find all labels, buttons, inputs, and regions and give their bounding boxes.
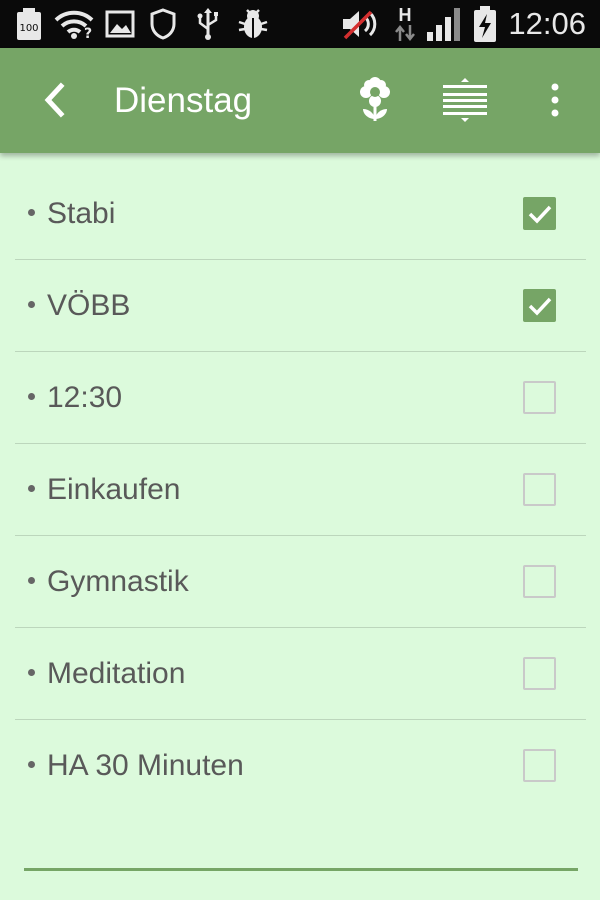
expand-collapse-button[interactable] xyxy=(437,72,493,128)
task-label: Einkaufen xyxy=(47,473,181,506)
battery-charging-icon xyxy=(470,0,500,48)
task-checkbox[interactable] xyxy=(523,197,556,230)
app-bar: Dienstag xyxy=(0,48,600,153)
bullet-icon xyxy=(28,668,35,676)
task-label: VÖBB xyxy=(47,289,131,322)
list-item[interactable]: VÖBB xyxy=(15,260,586,352)
network-h-icon: H xyxy=(390,0,420,48)
bullet-icon xyxy=(28,484,35,492)
task-label: HA 30 Minuten xyxy=(47,749,244,782)
bottom-divider xyxy=(24,868,578,871)
task-checkbox[interactable] xyxy=(523,565,556,598)
screen: 100 ? H 12:06 Dienstag Stabi VÖBB 12:30 … xyxy=(0,0,600,900)
usb-icon xyxy=(194,0,222,48)
task-label: Stabi xyxy=(47,197,116,230)
bug-icon xyxy=(236,0,270,48)
back-icon xyxy=(44,82,65,118)
bullet-icon xyxy=(28,576,35,584)
more-vert-icon xyxy=(551,83,559,117)
task-label: 12:30 xyxy=(47,381,123,414)
list-item[interactable]: HA 30 Minuten xyxy=(15,720,586,811)
muted-speaker-icon xyxy=(340,0,380,48)
list-item[interactable]: Einkaufen xyxy=(15,444,586,536)
svg-text:100: 100 xyxy=(19,23,38,34)
list-item[interactable]: 12:30 xyxy=(15,352,586,444)
signal-icon xyxy=(424,0,464,48)
task-list: Stabi VÖBB 12:30 Einkaufen Gymnastik Med… xyxy=(15,168,586,811)
wifi-question-icon: ? xyxy=(54,0,94,48)
svg-text:?: ? xyxy=(84,26,92,40)
task-label-wrapper: Stabi xyxy=(28,168,115,259)
task-checkbox[interactable] xyxy=(523,473,556,506)
status-bar: 100 ? H 12:06 xyxy=(0,0,600,48)
task-label-wrapper: Gymnastik xyxy=(28,536,189,627)
bullet-icon xyxy=(28,392,35,400)
bullet-icon xyxy=(28,760,35,768)
back-button[interactable] xyxy=(30,76,78,124)
shield-icon xyxy=(148,0,178,48)
checkmark-icon xyxy=(528,205,552,224)
bullet-icon xyxy=(28,208,35,216)
task-label-wrapper: 12:30 xyxy=(28,352,122,443)
list-item[interactable]: Stabi xyxy=(15,168,586,260)
task-checkbox[interactable] xyxy=(523,657,556,690)
task-label: Gymnastik xyxy=(47,565,189,598)
task-label-wrapper: HA 30 Minuten xyxy=(28,720,244,811)
task-checkbox[interactable] xyxy=(523,749,556,782)
list-item[interactable]: Meditation xyxy=(15,628,586,720)
task-checkbox[interactable] xyxy=(523,289,556,322)
more-options-button[interactable] xyxy=(527,72,583,128)
list-item[interactable]: Gymnastik xyxy=(15,536,586,628)
page-title: Dienstag xyxy=(114,81,253,120)
task-label-wrapper: Einkaufen xyxy=(28,444,180,535)
checkmark-icon xyxy=(528,297,552,316)
bullet-icon xyxy=(28,300,35,308)
battery-100-notification-icon: 100 xyxy=(14,0,44,48)
task-checkbox[interactable] xyxy=(523,381,556,414)
task-label-wrapper: VÖBB xyxy=(28,260,130,351)
image-icon xyxy=(104,0,136,48)
flower-button[interactable] xyxy=(347,72,403,128)
expand-collapse-icon xyxy=(443,78,487,122)
task-label-wrapper: Meditation xyxy=(28,628,185,719)
flower-icon xyxy=(360,77,390,121)
task-label: Meditation xyxy=(47,657,186,690)
status-time: 12:06 xyxy=(508,6,586,41)
